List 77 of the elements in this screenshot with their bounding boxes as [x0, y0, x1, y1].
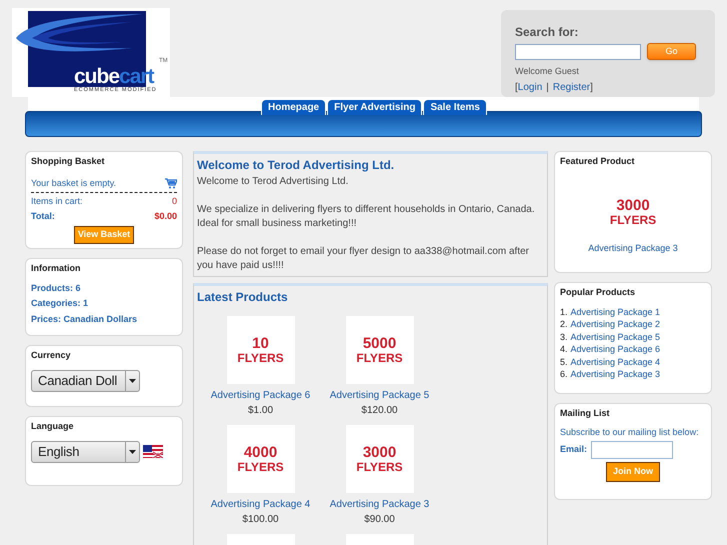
list-number: 4. [560, 343, 568, 356]
section-heading: Latest Products [197, 289, 289, 306]
box-title: Mailing List [560, 407, 610, 420]
box-title: Popular Products [560, 286, 636, 299]
image-text: FLYERS [356, 352, 403, 364]
header-link[interactable]: Login [518, 82, 542, 94]
dropdown[interactable]: English [31, 440, 140, 462]
caret-icon [129, 450, 136, 454]
image-text: 4000 [244, 445, 278, 460]
product-image[interactable]: 10 FLYERS [226, 316, 294, 384]
image-text: FLYERS [356, 461, 403, 473]
product-link[interactable]: Advertising Package 1 [570, 306, 660, 318]
product-price: $90.00 [364, 513, 395, 527]
image-text: 5000 [362, 336, 396, 351]
box-title: Information [31, 262, 82, 275]
product-link[interactable]: Advertising Package 6 [570, 343, 660, 356]
nav-tab[interactable]: Homepage [261, 99, 326, 115]
list-number: 2. [560, 318, 568, 331]
search-field[interactable] [515, 44, 641, 60]
product-link[interactable]: Advertising Package 5 [570, 330, 660, 344]
welcome-heading: Welcome to Terod Advertising Ltd. [197, 157, 396, 174]
mailing-text: Subscribe to our mailing list below: [560, 426, 700, 438]
items-count: 0 [172, 195, 177, 208]
image-text: 3000 [362, 445, 396, 460]
email-label: Email: [560, 442, 588, 456]
nav-tab[interactable]: Flyer Advertising [327, 99, 422, 115]
nav-tab[interactable]: Sale Items [423, 99, 487, 115]
welcome-paragraph: Welcome to Terod Advertising Ltd. [197, 175, 350, 189]
info-line: Products: 6 [31, 282, 82, 294]
box-title: Language [31, 420, 75, 433]
basket-status: Your basket is empty. [31, 176, 116, 190]
product-link[interactable]: Advertising Package 3 [330, 497, 430, 512]
list-number: 3. [560, 330, 568, 344]
bracket: ] [590, 82, 593, 94]
welcome-paragraph: Please do not forget to email your flyer design to aa338@hotmail.com after you have paid us!!!! [197, 245, 530, 273]
product-price: $120.00 [361, 404, 398, 418]
total-value: $0.00 [154, 210, 177, 222]
product-link[interactable]: Advertising Package 4 [570, 356, 660, 368]
box-title: Featured Product [560, 155, 636, 168]
image-text: 3000 [616, 198, 650, 212]
product-link[interactable]: Advertising Package 6 [210, 388, 310, 403]
flag-icon [143, 445, 163, 458]
list-number: 1. [560, 306, 568, 318]
product-image[interactable]: 4000 FLYERS [226, 425, 294, 493]
product-image[interactable]: 3000 FLYERS [598, 188, 668, 236]
cart-icon [165, 178, 177, 189]
product-link[interactable]: Advertising Package 2 [570, 318, 660, 331]
box-title: Shopping Basket [31, 155, 106, 168]
bracket: [ [515, 82, 518, 94]
product-link[interactable]: Advertising Package 4 [210, 497, 310, 512]
product-link[interactable]: Advertising Package 3 [570, 368, 660, 382]
list-number: 5. [560, 356, 568, 368]
logo-text: cube [74, 66, 120, 87]
caret-icon [129, 378, 136, 382]
product-image[interactable]: 3000 FLYERS [346, 425, 414, 493]
search-label: Search for: [515, 24, 580, 41]
items-label: Items in cart: [31, 195, 83, 208]
image-text: FLYERS [610, 214, 656, 226]
link-separator: | [546, 82, 549, 94]
info-line: Prices: Canadian Dollars [31, 312, 138, 326]
image-text: 10 [252, 336, 269, 351]
product-price: $1.00 [248, 404, 274, 418]
list-number: 6. [560, 368, 568, 382]
image-text: FLYERS [237, 352, 284, 364]
welcome-paragraph: We specialize in delivering flyers to different households in Ontario, Canada. Ideal for small business marketing!!! [197, 203, 536, 231]
product-link[interactable]: Advertising Package 3 [588, 242, 678, 255]
email-field[interactable] [591, 440, 674, 458]
product-link[interactable]: Advertising Package 5 [330, 388, 430, 403]
box-title: Currency [31, 349, 72, 362]
welcome-text: Welcome Guest [515, 66, 580, 77]
info-line: Categories: 1 [31, 297, 90, 310]
product-image[interactable]: 5000 FLYERS [346, 316, 414, 384]
header-link[interactable]: Register [552, 82, 590, 94]
dropdown[interactable]: Canadian Doll [31, 370, 140, 392]
product-price: $100.00 [242, 513, 279, 527]
total-label: Total: [31, 210, 55, 222]
image-text: FLYERS [237, 461, 284, 473]
